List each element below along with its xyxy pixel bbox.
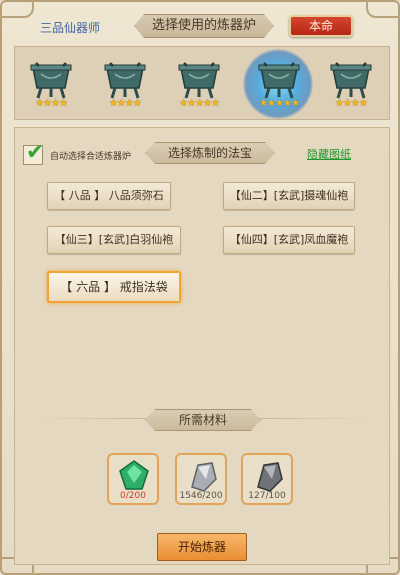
corner-ornament: [0, 0, 34, 18]
recipe-panel: ✔ 自动选择合适炼器炉 选择炼制的法宝 隐藏图纸 【 八品 】 八品须弥石 【仙…: [14, 127, 390, 565]
material-count: 1546/200: [179, 491, 223, 501]
material-slot[interactable]: 0/200: [107, 453, 159, 505]
recipe-button[interactable]: 【仙四】[玄武]凤血魔袍: [223, 226, 355, 254]
green-jade-icon: [119, 460, 149, 490]
corner-ornament: [366, 0, 400, 18]
furnace-stars: ★★★★: [109, 98, 142, 109]
silver-ore-icon: [191, 462, 217, 492]
recipe-button[interactable]: 【仙三】[玄武]白羽仙袍: [47, 226, 181, 254]
material-slot[interactable]: 1546/200: [175, 453, 227, 505]
dark-ore-icon: [257, 462, 283, 492]
furnace-select-title: 选择使用的炼器炉: [134, 14, 274, 38]
hide-blueprints-link[interactable]: 隐藏图纸: [307, 146, 351, 162]
furnace-item[interactable]: ★★★★★: [171, 55, 227, 111]
checkmark-icon: ✔: [26, 140, 45, 165]
bronze-cauldron-icon: [30, 62, 72, 99]
furnace-stars: ★★★★★: [179, 98, 220, 109]
furnace-list: ★★★★ ★★★★ ★★★★★ ★★★★★ ★★★★: [14, 46, 390, 120]
bronze-cauldron-icon: [330, 62, 372, 99]
furnace-item-selected[interactable]: ★★★★★: [243, 49, 313, 119]
furnace-stars: ★★★★: [35, 98, 68, 109]
furnace-item[interactable]: ★★★★: [23, 55, 79, 111]
materials-title: 所需材料: [145, 409, 261, 431]
furnace-stars: ★★★★: [335, 98, 368, 109]
material-count: 127/100: [248, 491, 286, 501]
auto-select-label: 自动选择合适炼器炉: [50, 152, 132, 162]
recipe-button[interactable]: 【 八品 】 八品须弥石: [47, 182, 171, 210]
bronze-cauldron-icon: [258, 62, 300, 99]
furnace-item[interactable]: ★★★★: [323, 55, 379, 111]
forging-panel: 三品仙器师 选择使用的炼器炉 本命 ★★★★ ★★★★ ★★★★★ ★★★★★ …: [0, 0, 400, 575]
bronze-cauldron-icon: [104, 62, 146, 99]
bronze-cauldron-icon: [178, 62, 220, 99]
furnace-item[interactable]: ★★★★: [97, 55, 153, 111]
start-forging-button[interactable]: 开始炼器: [157, 533, 247, 561]
furnace-stars: ★★★★★: [259, 98, 300, 109]
fate-button[interactable]: 本命: [289, 15, 353, 37]
material-slot[interactable]: 127/100: [241, 453, 293, 505]
recipe-button-selected[interactable]: 【 六品 】 戒指法袋: [47, 271, 181, 303]
auto-select-checkbox[interactable]: ✔: [23, 140, 44, 165]
material-count: 0/200: [120, 491, 146, 501]
recipe-button[interactable]: 【仙二】[玄武]摄魂仙袍: [223, 182, 355, 210]
forger-rank: 三品仙器师: [40, 21, 101, 35]
recipe-select-title: 选择炼制的法宝: [145, 142, 275, 164]
